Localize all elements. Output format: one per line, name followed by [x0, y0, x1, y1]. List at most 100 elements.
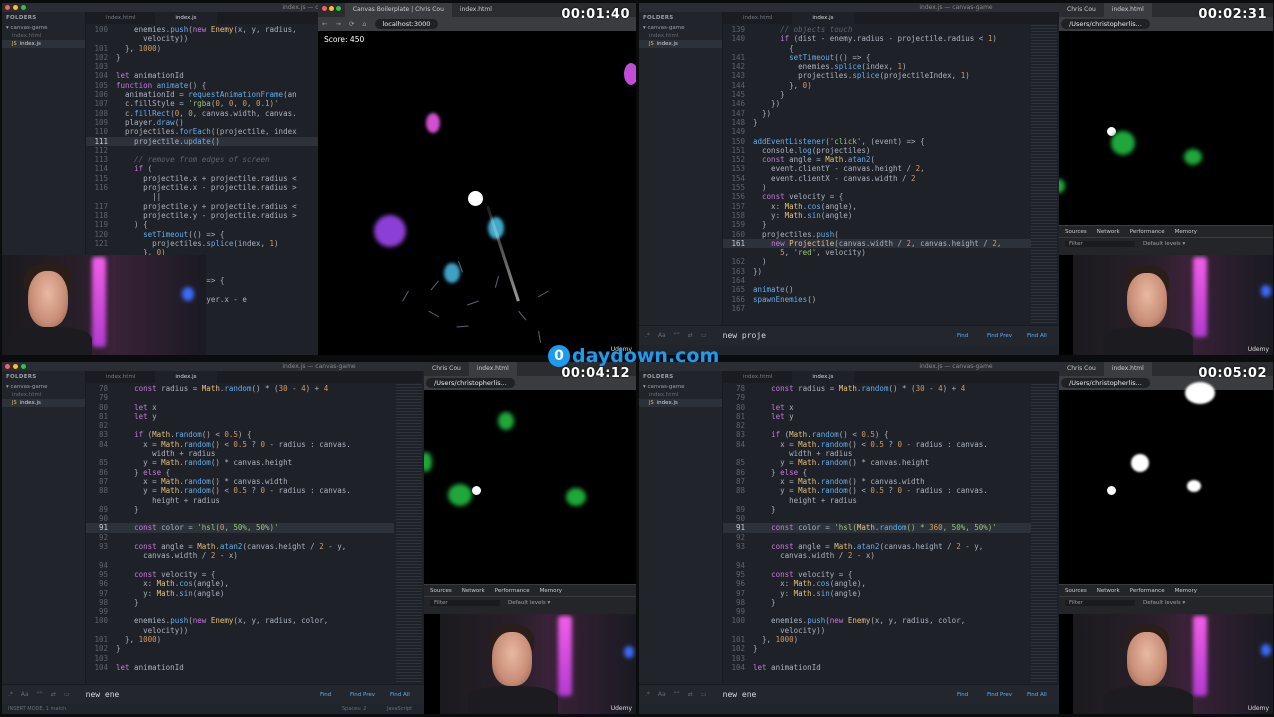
browser-tab-boilerplate[interactable]: Chris Cou — [1059, 362, 1104, 376]
project-folder[interactable]: ▾ canvas-game — [639, 383, 722, 391]
minimize-icon[interactable] — [13, 5, 18, 10]
code-line[interactable]: 164 — [723, 276, 1031, 285]
code-line[interactable]: 104 let animationId — [723, 663, 1031, 672]
code-line[interactable]: 85 y = Math.random() * canvas.height — [723, 458, 1031, 467]
devtools-tab-performance[interactable]: Performance — [495, 585, 530, 596]
code-line[interactable]: 106 animationId = requestAnimationFrame(… — [86, 90, 318, 99]
code-line[interactable]: 92 — [86, 533, 394, 542]
code-line[interactable]: 80 let x — [86, 403, 394, 412]
code-line[interactable]: 86 } else { — [723, 468, 1031, 477]
code-line[interactable]: 94 — [86, 561, 394, 570]
minimap[interactable] — [1031, 25, 1057, 325]
code-line[interactable]: 93 const angle = Math.atan2(canvas.heigh… — [723, 542, 1031, 551]
address-bar[interactable]: /Users/christopherlis... — [1061, 19, 1150, 29]
wrap-icon[interactable]: ⇄ — [51, 691, 56, 698]
browser-tab-index[interactable]: index.html — [1103, 3, 1152, 17]
code-line[interactable]: 157 x: Math.cos(angle), — [723, 202, 1031, 211]
code-line[interactable]: 82 — [86, 421, 394, 430]
code-line[interactable]: 88 y = Math.random() < 0.5 ? 0 - radius … — [86, 486, 394, 495]
game-canvas[interactable]: Score: 450 Udemy — [318, 31, 636, 355]
code-line[interactable]: 97 y: Math.sin(angle) — [723, 589, 1031, 598]
project-folder[interactable]: ▾ canvas-game — [2, 24, 85, 32]
code-line[interactable]: 91 const color = 'hsl(0, 50%, 50%)' — [86, 523, 394, 533]
code-line[interactable]: 112 — [86, 146, 318, 155]
code-line[interactable]: 109 player.draw() — [86, 118, 318, 127]
code-line[interactable]: 118 projectile.y - projectile.radius > — [86, 211, 318, 220]
tab-index-js[interactable]: index.js — [792, 371, 854, 383]
code-line[interactable]: width + radius — [723, 449, 1031, 458]
word-icon[interactable]: “” — [37, 691, 43, 698]
code-line[interactable]: 155 ) — [723, 183, 1031, 192]
code-line[interactable]: canvas.width / 2 - x) — [86, 551, 394, 560]
code-line[interactable]: 111 projectile.update() — [86, 136, 318, 146]
tab-index-html[interactable]: index.html — [86, 12, 155, 24]
find-input[interactable]: new ene — [86, 690, 120, 699]
code-line[interactable]: 96 x: Math.cos(angle), — [86, 579, 394, 588]
code-line[interactable]: velocity)) — [86, 34, 318, 43]
code-line[interactable]: 152 const angle = Math.atan2( — [723, 155, 1031, 164]
regex-icon[interactable]: .* — [645, 332, 650, 339]
address-bar[interactable]: /Users/christopherlis... — [426, 378, 515, 388]
tab-index-html[interactable]: index.html — [723, 12, 792, 24]
browser-tab-boilerplate[interactable]: Chris Cou — [1059, 3, 1104, 17]
regex-icon[interactable]: .* — [645, 691, 650, 698]
code-line[interactable]: 156 const velocity = { — [723, 192, 1031, 201]
code-line[interactable]: 141 setTimeout(() => { — [723, 53, 1031, 62]
code-line[interactable]: 97 y: Math.sin(angle) — [86, 589, 394, 598]
code-line[interactable]: 154 event.clientX - canvas.width / 2 — [723, 174, 1031, 183]
code-line[interactable]: 99 — [723, 607, 1031, 616]
address-bar[interactable]: localhost:3000 — [374, 19, 439, 29]
tab-index-html[interactable]: index.html — [86, 371, 155, 383]
code-line[interactable]: 100 enemies.push(new Enemy(x, y, radius, — [86, 25, 318, 34]
file-index-html[interactable]: index.html — [639, 32, 722, 40]
code-line[interactable]: 114 if ( — [86, 164, 318, 173]
code-line[interactable]: 110 projectiles.forEach((projectile, ind… — [86, 127, 318, 136]
code-line[interactable]: width + radius — [86, 449, 394, 458]
code-line[interactable]: 166 spawnEnemies() — [723, 295, 1031, 304]
find-all-button[interactable]: Find All — [390, 692, 410, 698]
filter-input[interactable]: Filter — [430, 599, 500, 606]
code-line[interactable]: 86 } else { — [86, 468, 394, 477]
code-line[interactable]: 120 setTimeout(() => { — [86, 230, 318, 239]
tab-index-html[interactable]: index.html — [723, 371, 792, 383]
minimap[interactable] — [1031, 384, 1057, 684]
close-icon[interactable] — [5, 364, 10, 369]
code-line[interactable]: { — [723, 44, 1031, 53]
code-line[interactable]: 80 let x — [723, 403, 1031, 412]
code-line[interactable]: 145 } — [723, 90, 1031, 99]
code-line[interactable]: 102} — [86, 644, 394, 653]
code-line[interactable]: 92 — [723, 533, 1031, 542]
devtools-tab-performance[interactable]: Performance — [1130, 226, 1165, 237]
code-line[interactable]: 79 — [723, 393, 1031, 402]
code-line[interactable]: 148} — [723, 118, 1031, 127]
browser-tab-boilerplate[interactable]: Canvas Boilerplate | Chris Cou — [344, 3, 452, 17]
code-line[interactable]: 115 projectile.x + projectile.radius < — [86, 174, 318, 183]
code-line[interactable]: 81 let y — [723, 412, 1031, 421]
find-all-button[interactable]: Find All — [1027, 333, 1047, 339]
code-line[interactable]: 151 console.log(projectiles) — [723, 146, 1031, 155]
levels-select[interactable]: Default levels ▾ — [1143, 241, 1185, 247]
maximize-icon[interactable] — [21, 5, 26, 10]
code-line[interactable]: 5, 'red', velocity) — [723, 248, 1031, 257]
find-all-button[interactable]: Find All — [1027, 692, 1047, 698]
code-line[interactable]: 150 addEventListener('click', (event) => … — [723, 137, 1031, 146]
code-editor[interactable]: 139 // objects touch 140 if (dist - enemy… — [723, 25, 1031, 325]
minimize-icon[interactable] — [13, 364, 18, 369]
code-line[interactable]: 98 } — [723, 598, 1031, 607]
code-line[interactable]: 103 — [86, 62, 318, 71]
code-line[interactable]: height + radius — [86, 496, 394, 505]
tab-index-js[interactable]: index.js — [155, 12, 217, 24]
address-bar[interactable]: /Users/christopherlis... — [1061, 378, 1150, 388]
devtools-tab-sources[interactable]: Sources — [1065, 585, 1087, 596]
code-line[interactable]: 89 } — [723, 505, 1031, 514]
code-line[interactable]: 83 if (Math.random() < 0.5) { — [723, 430, 1031, 439]
devtools-tab-network[interactable]: Network — [1097, 226, 1120, 237]
code-line[interactable]: 160 projectiles.push( — [723, 230, 1031, 239]
code-line[interactable]: 83 if (Math.random() < 0.5) { — [86, 430, 394, 439]
devtools-tab-sources[interactable]: Sources — [430, 585, 452, 596]
code-line[interactable]: 167 — [723, 304, 1031, 313]
file-index-html[interactable]: index.html — [639, 391, 722, 399]
file-index-js[interactable]: JS index.js — [2, 399, 85, 407]
word-icon[interactable]: “” — [674, 332, 680, 339]
code-editor[interactable]: 78 const radius = Math.random() * (30 - … — [86, 384, 394, 684]
